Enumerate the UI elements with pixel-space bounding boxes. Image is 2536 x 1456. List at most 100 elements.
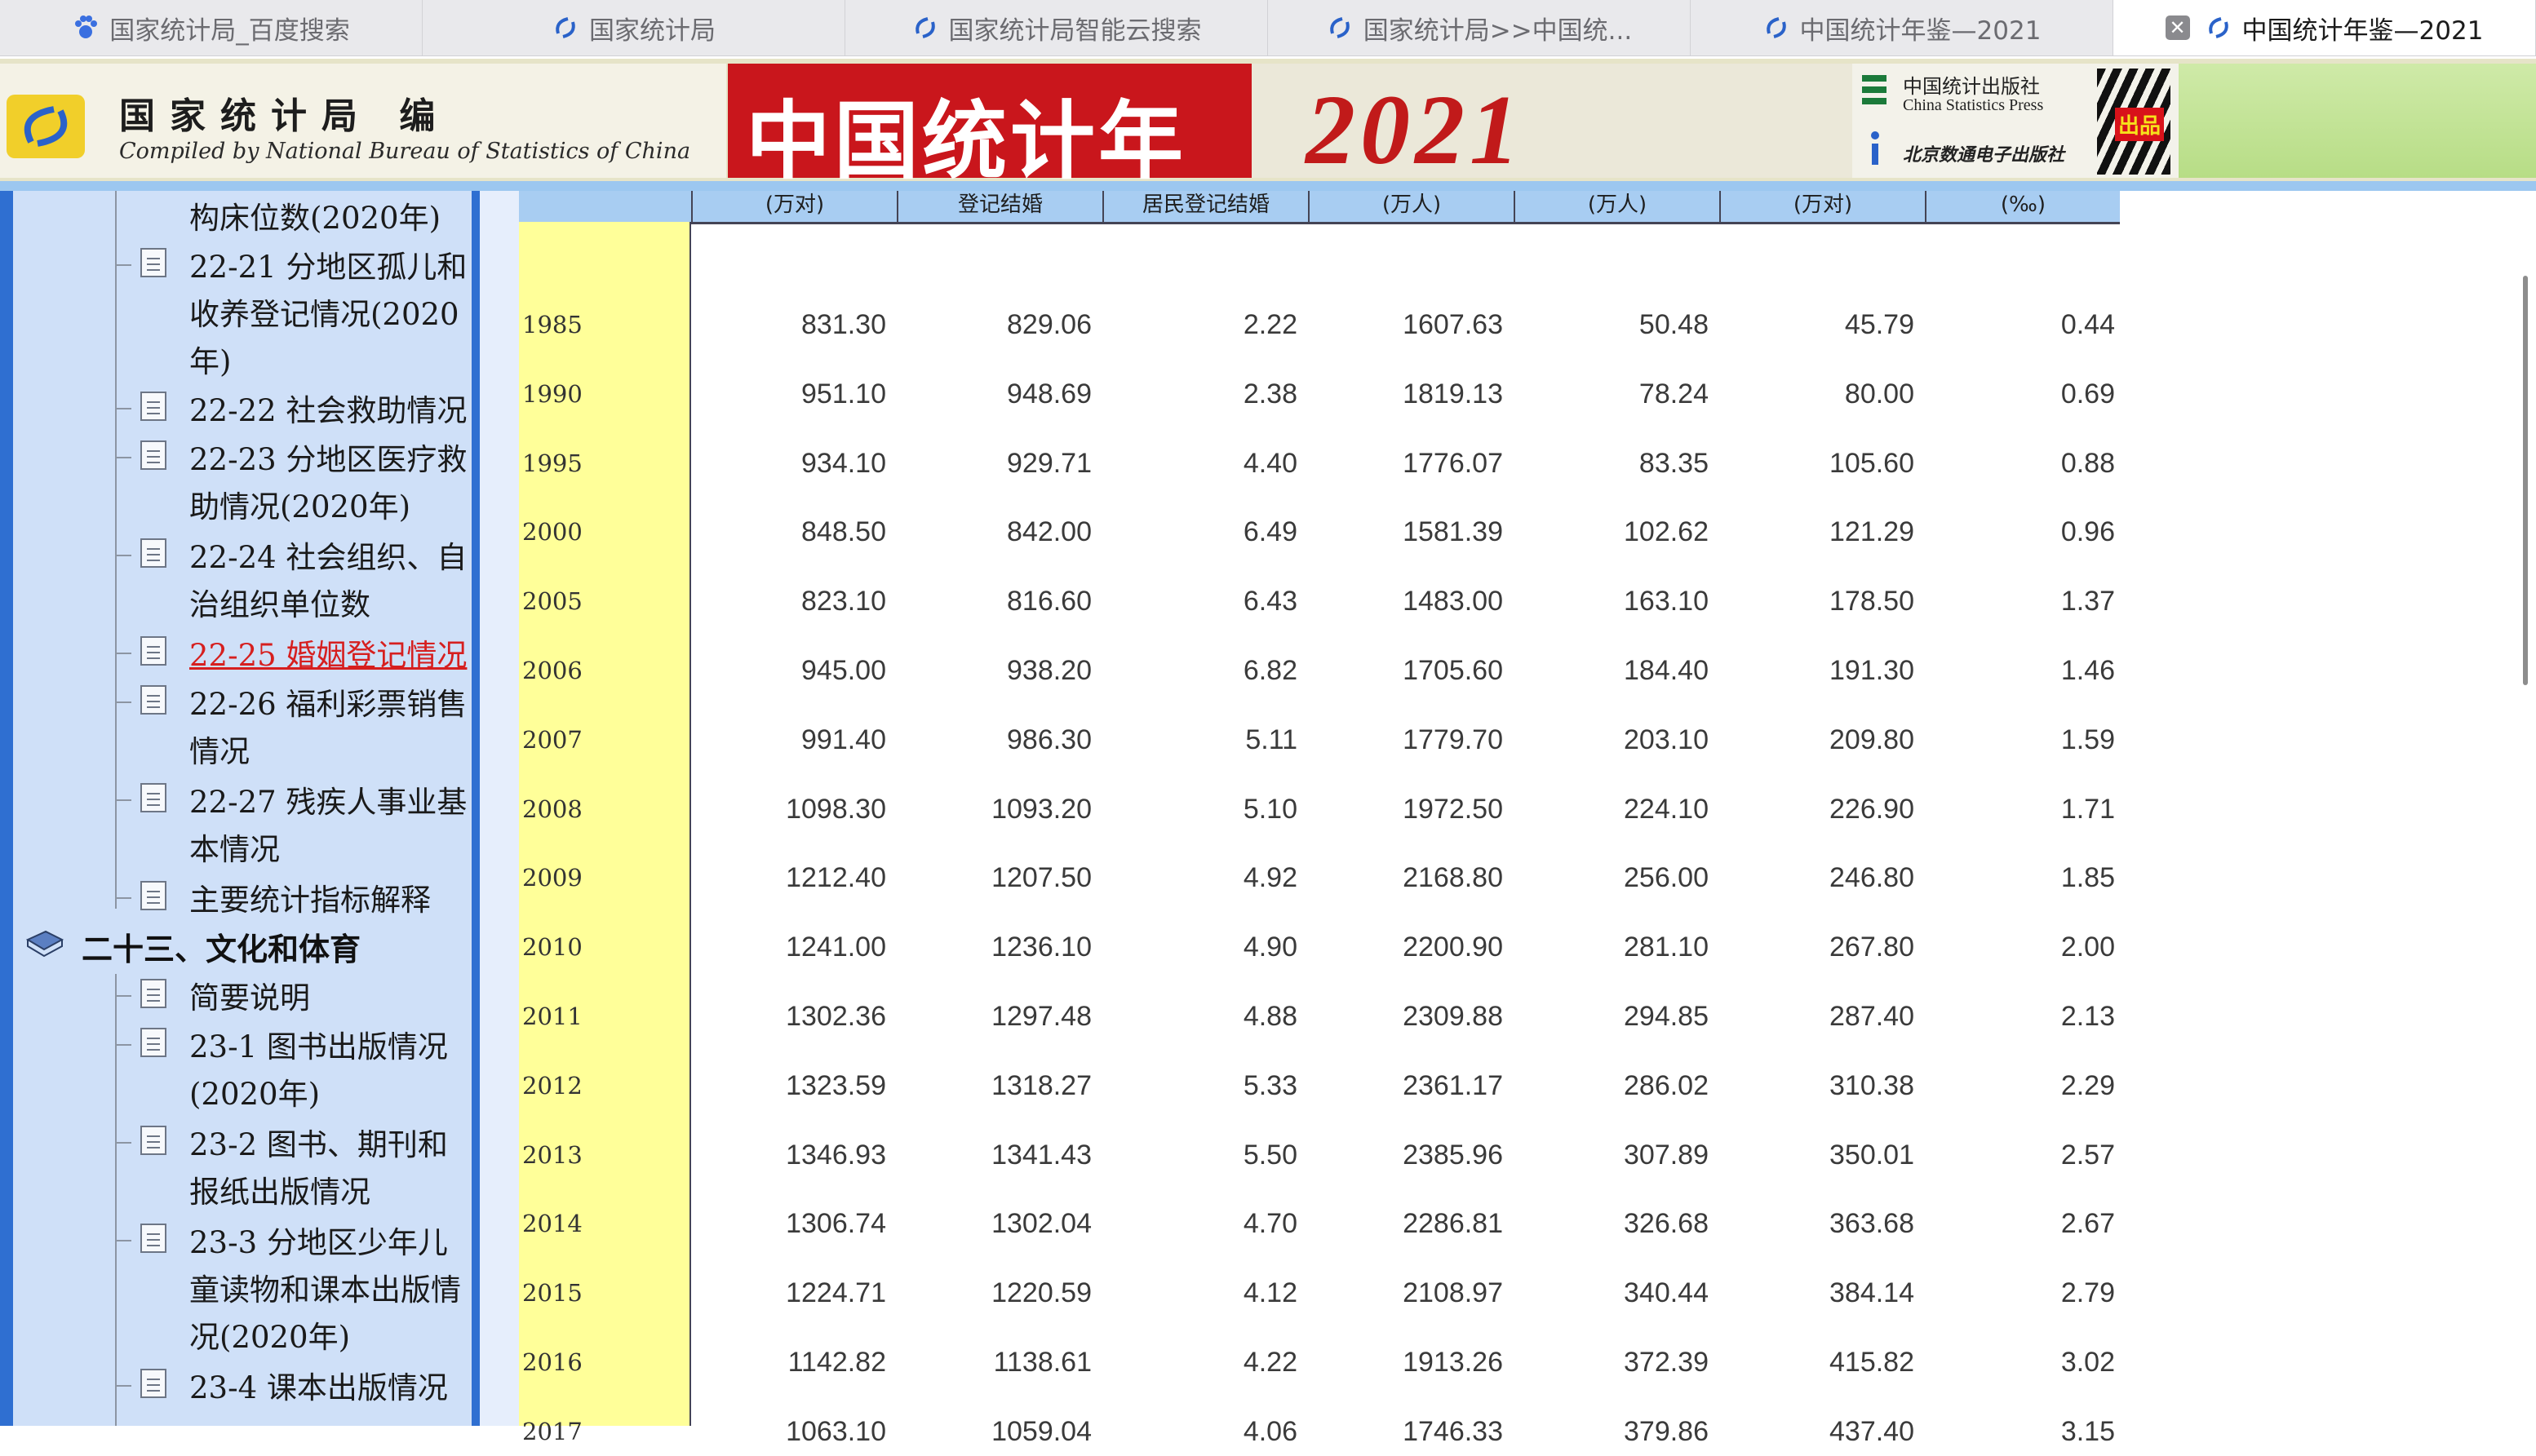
tab-yearbook-2021[interactable]: 中国统计年鉴—2021: [1691, 0, 2113, 55]
tree-branch: [115, 1385, 131, 1387]
table-cell: 105.60: [1829, 447, 1914, 479]
table-cell: 1.37: [2060, 586, 2115, 617]
tree-branch: [115, 995, 131, 997]
tree-branch: [115, 457, 131, 458]
table-cell: 3.02: [2060, 1347, 2115, 1378]
table-cell: 5.33: [1243, 1069, 1297, 1101]
tree-branch: [115, 264, 131, 266]
table-cell: 0.69: [2060, 378, 2115, 409]
table-cell: 163.10: [1624, 586, 1709, 617]
tree-branch: [115, 897, 131, 899]
site-icon: [2208, 17, 2228, 38]
table-cell: 2.57: [2060, 1139, 2115, 1171]
sidebar-item-23-3[interactable]: 23-3 分地区少年儿童读物和课本出版情况(2020年): [189, 1219, 471, 1361]
table-row: 2008 1098.30 1093.20 5.10 1972.50 224.10 226.9…: [519, 785, 2120, 834]
table-cell: 938.20: [1007, 655, 1092, 686]
sidebar-item-23-2[interactable]: 23-2 图书、期刊和报纸出版情况: [189, 1122, 471, 1216]
sidebar-item-22-21[interactable]: 22-21 分地区孤儿和收养登记情况(2020年): [189, 244, 471, 386]
table-cell: 209.80: [1829, 724, 1914, 755]
site-icon: [915, 17, 935, 38]
year-cell: 2012: [522, 1071, 583, 1100]
sidebar-edge-left: [0, 191, 13, 1426]
table-cell: 0.88: [2060, 447, 2115, 479]
year-cell: 2009: [522, 864, 583, 892]
table-cell: 2.00: [2060, 932, 2115, 963]
table-cell: 1.71: [2060, 793, 2115, 825]
tree-branch: [115, 799, 131, 801]
table-cell: 246.80: [1829, 862, 1914, 894]
publisher-logo-icon: [1862, 75, 1886, 165]
year-cell: 1990: [522, 379, 583, 408]
table-cell: 326.68: [1624, 1208, 1709, 1240]
table-cell: 307.89: [1624, 1139, 1709, 1171]
table-row: 2009 1212.40 1207.50 4.92 2168.80 256.00 246.8…: [519, 853, 2120, 902]
sidebar-item-22-26[interactable]: 22-26 福利彩票销售情况: [189, 681, 471, 776]
table-row: 1990 951.10 948.69 2.38 1819.13 78.24 80.00 0.6…: [519, 370, 2120, 418]
tab-nbs[interactable]: 国家统计局: [423, 0, 845, 55]
table-cell: 929.71: [1007, 447, 1092, 479]
table-cell: 1746.33: [1403, 1415, 1503, 1447]
banner-divider: [0, 181, 2536, 191]
table-cell: 1776.07: [1403, 447, 1503, 479]
table-cell: 1241.00: [786, 932, 886, 963]
document-icon: [140, 783, 166, 812]
publisher-stamp: 出品: [2097, 69, 2170, 175]
sidebar-tree: 构床位数(2020年) 22-21 分地区孤儿和收养登记情况(2020年) 22…: [0, 191, 519, 1426]
tab-label: 中国统计年鉴—2021: [2241, 15, 2484, 46]
tab-label: 国家统计局_百度搜索: [109, 15, 350, 46]
table-cell: 2.13: [2060, 1001, 2115, 1032]
table-cell: 1142.82: [787, 1347, 886, 1378]
table-row: 2005 823.10 816.60 6.43 1483.00 163.10 178.50 1…: [519, 577, 2120, 626]
table-cell: 1063.10: [786, 1415, 886, 1447]
table-cell: 415.82: [1829, 1347, 1914, 1378]
tab-nbs-cloud-search[interactable]: 国家统计局智能云搜索: [845, 0, 1268, 55]
column-header: 登记结婚: [897, 191, 1102, 222]
tab-baidu-search[interactable]: 国家统计局_百度搜索: [0, 0, 423, 55]
compiler-en: Compiled by National Bureau of Statistic…: [119, 139, 691, 164]
close-tab-icon[interactable]: ✕: [2165, 15, 2190, 40]
paw-icon: [75, 15, 98, 38]
tab-nbs-china-stats[interactable]: 国家统计局>>中国统...: [1268, 0, 1691, 55]
sidebar-item-22-25-active[interactable]: 22-25 婚姻登记情况: [189, 632, 471, 679]
table-cell: 372.39: [1624, 1347, 1709, 1378]
tree-branch: [115, 555, 131, 556]
sidebar-gutter: [480, 191, 519, 1426]
table-cell: 256.00: [1624, 862, 1709, 894]
tab-yearbook-2021-active[interactable]: ✕ 中国统计年鉴—2021: [2113, 0, 2536, 55]
table-cell: 1318.27: [991, 1069, 1092, 1101]
table-cell: 5.10: [1243, 793, 1297, 825]
column-header: 居民登记结婚: [1102, 191, 1308, 222]
publisher-block: 中国统计出版社 China Statistics Press 北京数通电子出版社…: [1852, 64, 2179, 178]
yearbook-banner: 国家统计局 编 Compiled by National Bureau of S…: [0, 59, 2536, 181]
vertical-scrollbar[interactable]: [2523, 276, 2528, 685]
sidebar-item-continuation[interactable]: 构床位数(2020年): [189, 195, 471, 242]
sidebar-item-22-22[interactable]: 22-22 社会救助情况: [189, 387, 471, 435]
year-cell: 2000: [522, 518, 583, 547]
column-header: (万对): [691, 191, 897, 222]
sidebar-item-brief-notes[interactable]: 简要说明: [189, 975, 471, 1022]
table-cell: 1236.10: [991, 932, 1092, 963]
table-row: 2013 1346.93 1341.43 5.50 2385.96 307.89 350.0…: [519, 1131, 2120, 1179]
table-cell: 2286.81: [1403, 1208, 1503, 1240]
table-cell: 379.86: [1624, 1415, 1709, 1447]
sidebar-item-23-4[interactable]: 23-4 课本出版情况: [189, 1365, 471, 1412]
table-row: 2011 1302.36 1297.48 4.88 2309.88 294.85 287.4…: [519, 992, 2120, 1041]
sidebar-item-22-24[interactable]: 22-24 社会组织、自治组织单位数: [189, 534, 471, 629]
table-cell: 2108.97: [1403, 1277, 1503, 1309]
table-cell: 1302.04: [991, 1208, 1092, 1240]
table-cell: 934.10: [801, 447, 886, 479]
table-cell: 224.10: [1624, 793, 1709, 825]
year-cell: 2017: [522, 1417, 583, 1445]
tree-connector: [115, 974, 117, 1426]
sidebar-item-23-1[interactable]: 23-1 图书出版情况(2020年): [189, 1024, 471, 1118]
sidebar-item-indicator-notes[interactable]: 主要统计指标解释: [189, 877, 471, 924]
tree-branch: [115, 1044, 131, 1046]
table-cell: 1.59: [2060, 724, 2115, 755]
sidebar-item-22-27[interactable]: 22-27 残疾人事业基本情况: [189, 779, 471, 874]
sidebar-section-culture-sports[interactable]: 二十三、文化和体育: [82, 926, 361, 973]
sidebar-item-22-23[interactable]: 22-23 分地区医疗救助情况(2020年): [189, 436, 471, 531]
publisher2-cn: 北京数通电子出版社: [1903, 145, 2065, 166]
table-cell: 848.50: [801, 516, 886, 548]
table-cell: 1581.39: [1403, 516, 1503, 548]
table-cell: 991.40: [801, 724, 886, 755]
